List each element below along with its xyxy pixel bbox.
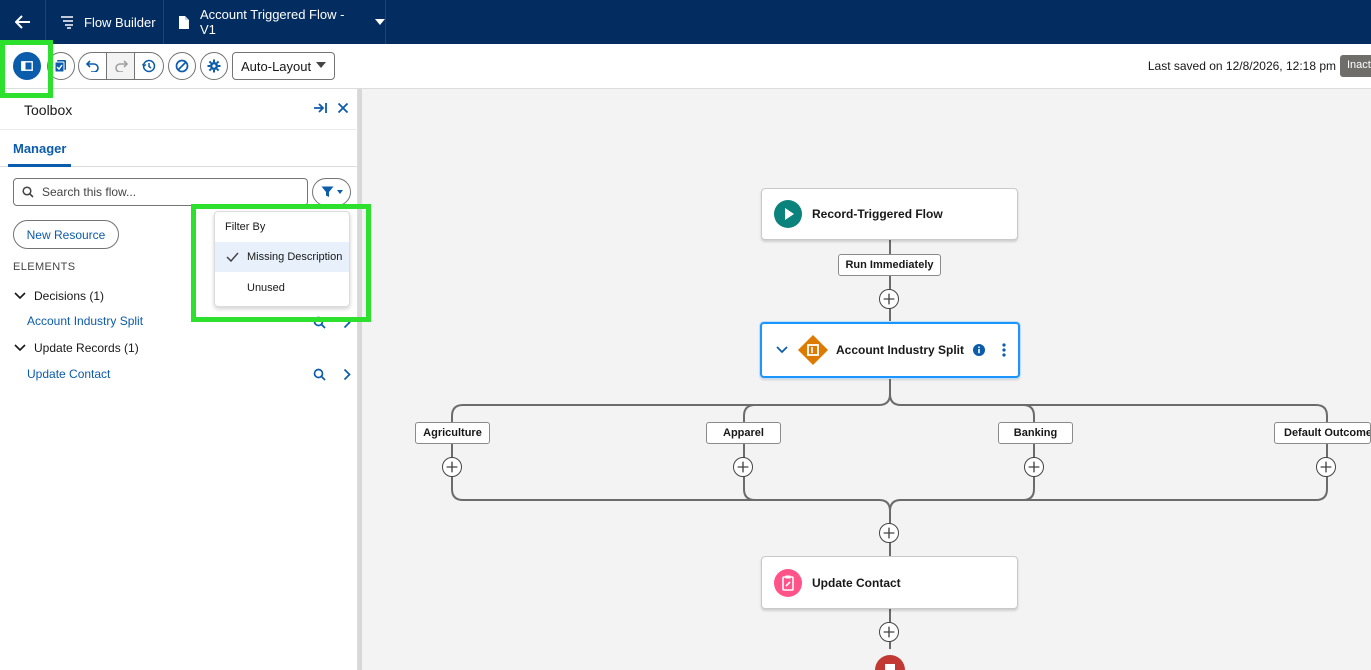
chevron-right-icon[interactable] bbox=[343, 368, 351, 381]
filter-button[interactable] bbox=[312, 178, 351, 206]
chevron-down-icon bbox=[14, 344, 26, 352]
layout-mode-select[interactable]: Auto-Layout bbox=[232, 52, 335, 80]
redo-icon bbox=[114, 60, 128, 72]
info-icon[interactable] bbox=[973, 344, 986, 356]
element-link-account-industry-split[interactable]: Account Industry Split bbox=[27, 314, 143, 328]
undo-button[interactable] bbox=[79, 53, 108, 79]
outcome-apparel[interactable]: Apparel bbox=[706, 422, 781, 444]
dock-panel-icon[interactable] bbox=[313, 102, 329, 114]
history-button-group bbox=[78, 52, 164, 80]
update-records-icon bbox=[774, 568, 802, 597]
settings-icon bbox=[207, 59, 221, 73]
end-icon bbox=[875, 655, 905, 670]
flow-title-menu[interactable]: Account Triggered Flow - V1 bbox=[164, 0, 386, 44]
panel-title: Toolbox bbox=[24, 102, 73, 118]
outcome-banking[interactable]: Banking bbox=[998, 422, 1073, 444]
group-label: Decisions (1) bbox=[34, 289, 105, 303]
toolbox-panel: Toolbox Manager New Resource ELEMENTS De… bbox=[0, 89, 358, 670]
decision-node[interactable]: Account Industry Split bbox=[760, 322, 1020, 378]
debug-icon bbox=[175, 59, 189, 73]
caret-down-icon bbox=[336, 190, 343, 194]
decision-node-label: Account Industry Split bbox=[836, 343, 965, 357]
run-immediately-label[interactable]: Run Immediately bbox=[838, 254, 941, 276]
flow-canvas[interactable]: Record-Triggered Flow Run Immediately Ac… bbox=[362, 89, 1371, 670]
elements-header: ELEMENTS bbox=[13, 261, 76, 273]
chevron-down-icon[interactable] bbox=[776, 346, 788, 354]
start-node[interactable]: Record-Triggered Flow bbox=[761, 188, 1018, 240]
search-icon[interactable] bbox=[313, 368, 326, 381]
app-name-label: Flow Builder bbox=[84, 14, 156, 30]
close-icon[interactable] bbox=[337, 102, 349, 114]
panel-tabs: Manager bbox=[0, 129, 358, 167]
check-flow-icon bbox=[54, 60, 66, 73]
last-saved-text: Last saved on 12/8/2026, 12:18 pm bbox=[1147, 59, 1336, 73]
group-label: Update Records (1) bbox=[34, 341, 139, 355]
history-button[interactable] bbox=[135, 53, 163, 79]
add-element-icon[interactable] bbox=[733, 457, 753, 477]
annotation-highlight bbox=[0, 40, 53, 98]
add-element-icon[interactable] bbox=[442, 457, 462, 477]
app-name: Flow Builder bbox=[46, 0, 164, 44]
add-element-icon[interactable] bbox=[879, 523, 899, 543]
caret-down-icon bbox=[375, 19, 385, 25]
outcome-default[interactable]: Default Outcome bbox=[1274, 422, 1371, 444]
add-element-icon[interactable] bbox=[1316, 457, 1336, 477]
debug-button[interactable] bbox=[168, 52, 196, 80]
tab-manager[interactable]: Manager bbox=[8, 130, 72, 167]
group-update-records[interactable]: Update Records (1) bbox=[14, 341, 139, 355]
new-resource-button[interactable]: New Resource bbox=[13, 220, 119, 249]
caret-down-icon bbox=[316, 62, 326, 68]
layout-mode-value: Auto-Layout bbox=[241, 58, 312, 74]
filter-icon bbox=[321, 186, 333, 197]
toolbar: Auto-Layout Last saved on 12/8/2026, 12:… bbox=[0, 44, 1371, 89]
arrow-left-icon bbox=[14, 15, 30, 29]
add-element-icon[interactable] bbox=[879, 289, 899, 309]
search-icon bbox=[22, 186, 34, 198]
add-element-icon[interactable] bbox=[1024, 457, 1044, 477]
play-icon bbox=[774, 200, 802, 228]
status-badge: Inactive bbox=[1340, 55, 1371, 77]
app-header: Flow Builder Account Triggered Flow - V1 bbox=[0, 0, 1371, 44]
search-input[interactable] bbox=[42, 185, 282, 199]
update-node-label: Update Contact bbox=[812, 575, 901, 590]
decision-icon bbox=[798, 335, 828, 365]
document-icon bbox=[178, 15, 189, 29]
flow-title: Account Triggered Flow - V1 bbox=[199, 7, 345, 37]
settings-button[interactable] bbox=[200, 52, 228, 80]
update-records-node[interactable]: Update Contact bbox=[761, 556, 1018, 609]
annotation-highlight bbox=[191, 204, 371, 322]
outcome-agriculture[interactable]: Agriculture bbox=[415, 422, 490, 444]
start-node-label: Record-Triggered Flow bbox=[812, 207, 943, 221]
flow-icon bbox=[61, 16, 73, 29]
group-decisions[interactable]: Decisions (1) bbox=[14, 289, 104, 303]
history-icon bbox=[142, 59, 156, 73]
add-element-icon[interactable] bbox=[879, 622, 899, 642]
redo-button[interactable] bbox=[107, 53, 136, 79]
back-button[interactable] bbox=[0, 0, 46, 44]
element-link-update-contact[interactable]: Update Contact bbox=[27, 367, 110, 381]
more-actions-icon[interactable] bbox=[1002, 343, 1006, 357]
undo-icon bbox=[85, 60, 99, 72]
search-field bbox=[13, 178, 308, 206]
chevron-down-icon bbox=[14, 292, 26, 300]
